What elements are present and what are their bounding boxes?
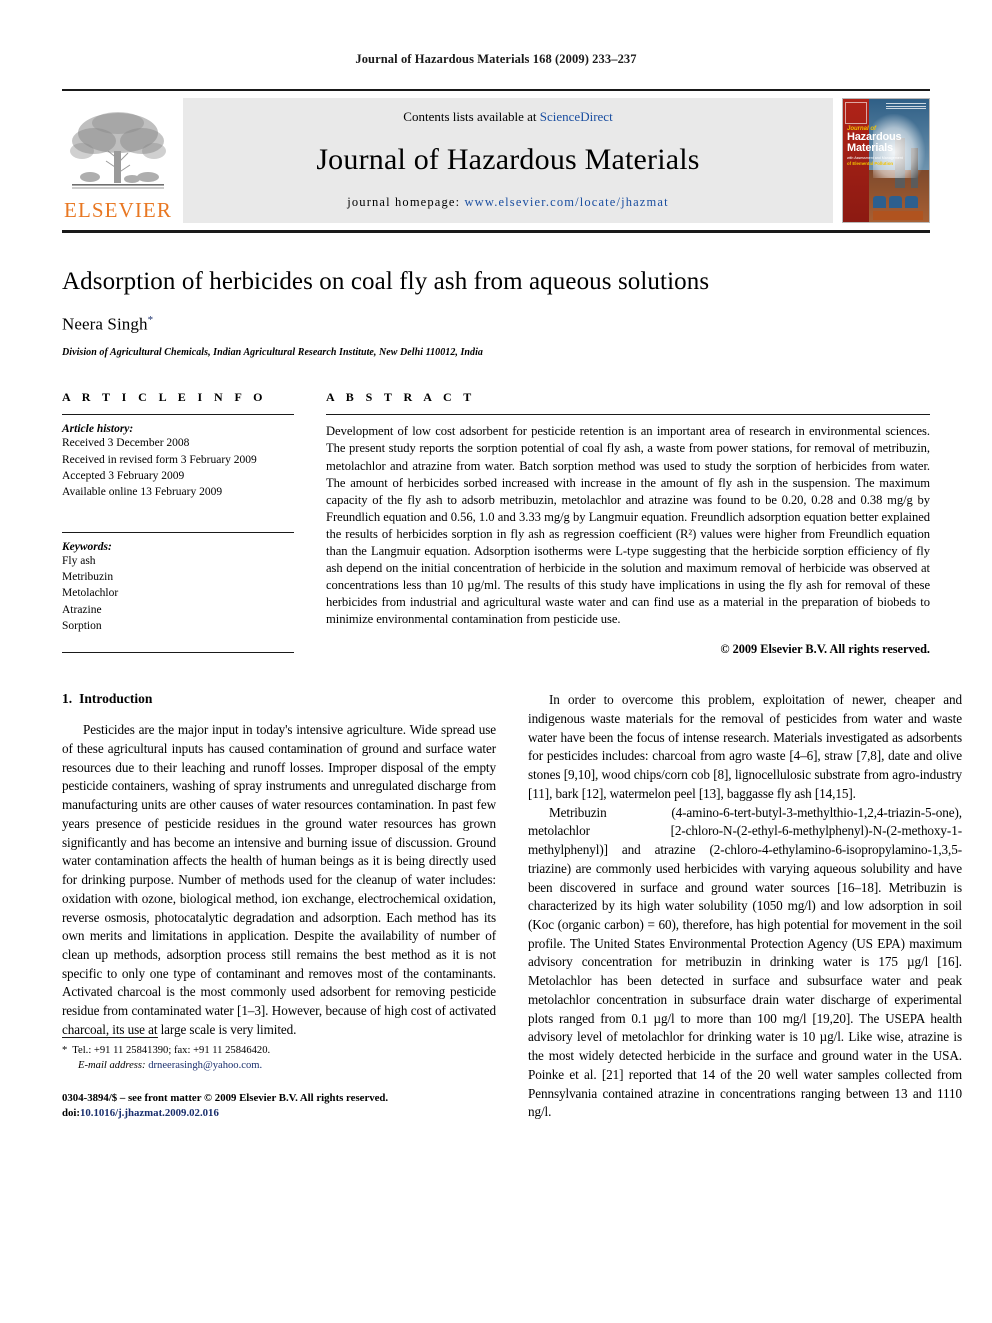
- history-received: Received 3 December 2008: [62, 437, 190, 450]
- abstract-text: Development of low cost adsorbent for pe…: [326, 424, 930, 627]
- article-history-label: Article history:: [62, 423, 134, 436]
- cover-foreground-building: [873, 211, 923, 220]
- section-heading-introduction: 1. Introduction: [62, 691, 496, 707]
- running-head: Journal of Hazardous Materials 168 (2009…: [355, 52, 637, 66]
- keywords-rule: [62, 531, 294, 533]
- doi-label: doi:: [62, 1107, 80, 1120]
- article-info-column: A R T I C L E I N F O Article history: R…: [62, 390, 294, 657]
- cover-elsevier-mark-icon: [845, 102, 867, 124]
- email-address-label: E-mail address:: [78, 1060, 146, 1072]
- abstract-rule: [326, 414, 930, 416]
- history-online: Available online 13 February 2009: [62, 486, 223, 499]
- intro-paragraph-1: Pesticides are the major input in today'…: [62, 722, 496, 1037]
- elsevier-wordmark: ELSEVIER: [64, 198, 172, 222]
- footnote-block: * Tel.: +91 11 25841390; fax: +91 11 2584…: [62, 1037, 496, 1122]
- page-title: Adsorption of herbicides on coal fly ash…: [62, 268, 710, 295]
- sciencedirect-link[interactable]: ScienceDirect: [540, 109, 613, 124]
- issn-line: 0304-3894/$ – see front matter © 2009 El…: [62, 1091, 389, 1104]
- doi-link[interactable]: 10.1016/j.jhazmat.2009.02.016: [80, 1107, 219, 1119]
- history-accepted: Accepted 3 February 2009: [62, 470, 185, 483]
- keyword-metribuzin: Metribuzin: [62, 571, 114, 584]
- journal-title: Journal of Hazardous Materials: [316, 143, 700, 176]
- abstract-heading: A B S T R A C T: [326, 390, 476, 405]
- journal-cover-thumbnail: Journal of Hazardous Materials with Asse…: [842, 98, 930, 223]
- email-link[interactable]: drneerasingh@yahoo.com.: [148, 1060, 262, 1071]
- cover-line-4: with Assessment and Management: [847, 155, 903, 160]
- info-abstract-section: A R T I C L E I N F O Article history: R…: [62, 390, 930, 657]
- author-footnote-marker: *: [147, 313, 154, 326]
- article-info-heading: A R T I C L E I N F O: [62, 390, 267, 405]
- contents-prefix: Contents lists available at: [403, 109, 540, 124]
- elsevier-logo: ELSEVIER: [62, 98, 174, 223]
- journal-homepage-line: journal homepage: www.elsevier.com/locat…: [347, 195, 668, 210]
- body-column-right: In order to overcome this problem, explo…: [528, 691, 962, 1122]
- homepage-link[interactable]: www.elsevier.com/locate/jhazmat: [464, 195, 668, 209]
- cover-tank-2: [889, 196, 902, 208]
- author-list: Neera Singh*: [62, 314, 930, 335]
- intro-paragraph-2: In order to overcome this problem, explo…: [528, 692, 962, 801]
- history-revised: Received in revised form 3 February 2009: [62, 453, 257, 466]
- section-label: Introduction: [79, 691, 153, 707]
- footnote-tel: Tel.: +91 11 25841390; fax: +91 11 25846…: [72, 1045, 271, 1057]
- article-info-rule: [62, 414, 294, 416]
- footnote-rule: [62, 1037, 158, 1039]
- title-block: Adsorption of herbicides on coal fly ash…: [62, 268, 930, 358]
- copyright-line: © 2009 Elsevier B.V. All rights reserved…: [720, 642, 930, 657]
- footnote-contact: * Tel.: +91 11 25841390; fax: +91 11 2584…: [62, 1043, 496, 1058]
- cover-tank-1: [873, 196, 886, 208]
- journal-masthead: ELSEVIER Contents lists available at Sci…: [62, 89, 930, 223]
- footnote-email-line: E-mail address: drneerasingh@yahoo.com.: [62, 1058, 496, 1073]
- abstract-column: A B S T R A C T Development of low cost …: [326, 390, 930, 657]
- cover-title-block: Journal of Hazardous Materials with Asse…: [847, 126, 925, 167]
- cover-topright-text: [886, 103, 926, 110]
- homepage-prefix: journal homepage:: [347, 195, 465, 209]
- contents-available-line: Contents lists available at ScienceDirec…: [403, 109, 612, 125]
- author-name: Neera Singh: [62, 314, 148, 334]
- footnote-marker: *: [62, 1045, 68, 1057]
- info-bottom-rule: [62, 652, 294, 654]
- intro-paragraph-3: Metribuzin (4-amino-6-tert-butyl-3-methy…: [528, 804, 962, 1120]
- article-page: Journal of Hazardous Materials 168 (2009…: [0, 0, 992, 1323]
- elsevier-tree-icon: [70, 112, 166, 189]
- keyword-metolachlor: Metolachlor: [62, 587, 119, 600]
- keyword-fly-ash: Fly ash: [62, 554, 96, 567]
- masthead-bottom-rule: [62, 230, 930, 233]
- cover-line-3: Materials: [847, 142, 893, 155]
- section-number: 1.: [62, 691, 73, 707]
- body-columns: 1. Introduction Pesticides are the major …: [62, 691, 962, 1122]
- doi-line: doi:10.1016/j.jhazmat.2009.02.016: [62, 1106, 496, 1122]
- cover-tank-3: [905, 196, 918, 208]
- footer-meta: 0304-3894/$ – see front matter © 2009 El…: [62, 1091, 496, 1122]
- affiliation: Division of Agricultural Chemicals, Indi…: [62, 347, 483, 359]
- keyword-atrazine: Atrazine: [62, 603, 102, 616]
- body-column-left: 1. Introduction Pesticides are the major …: [62, 691, 496, 1122]
- keyword-sorption: Sorption: [62, 620, 102, 633]
- keywords-label: Keywords:: [62, 540, 112, 553]
- cover-line-5: of Elemental Pollution: [847, 161, 894, 167]
- journal-band: Contents lists available at ScienceDirec…: [183, 98, 833, 223]
